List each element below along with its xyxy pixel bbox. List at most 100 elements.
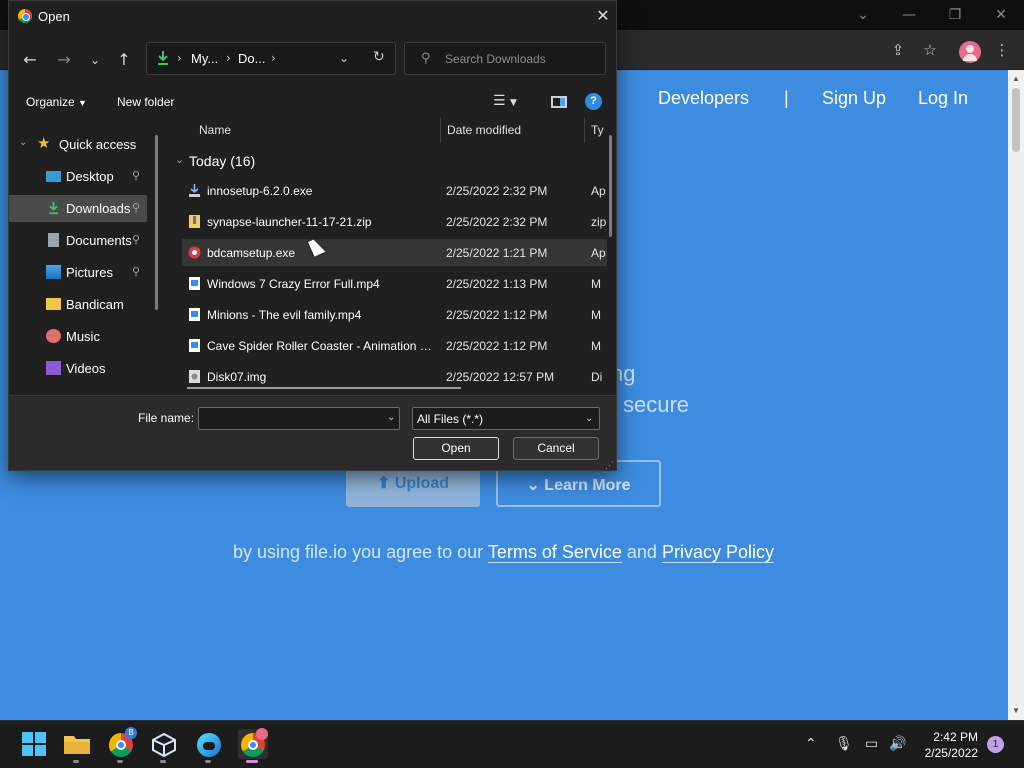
virtualbox-icon[interactable] (149, 729, 179, 763)
dialog-title: Open (38, 9, 70, 24)
sidebar-item-pictures[interactable]: Pictures ⚲ (9, 259, 147, 286)
close-window-button[interactable]: ✕ (989, 4, 1013, 26)
column-header-type[interactable]: Ty (591, 123, 604, 137)
microphone-icon[interactable]: 🎙 (835, 736, 853, 752)
scroll-up-arrow[interactable]: ▲ (1008, 72, 1024, 86)
sidebar-item-music[interactable]: Music (9, 323, 147, 350)
dialog-footer: File name: ⌄ All Files (*.*) ⌄ Open Canc… (9, 395, 616, 470)
pin-icon[interactable]: ⚲ (132, 169, 140, 182)
address-dropdown-icon[interactable]: ⌄ (339, 51, 349, 65)
file-row[interactable]: innosetup-6.2.0.exe 2/25/2022 2:32 PM Ap (182, 177, 607, 204)
privacy-link[interactable]: Privacy Policy (661, 542, 774, 563)
volume-icon[interactable]: 🔊 (889, 736, 906, 752)
chevron-down-icon[interactable]: ⌄ (387, 412, 395, 423)
restore-button[interactable]: ❐ (943, 4, 967, 26)
nav-signup[interactable]: Sign Up (822, 88, 886, 109)
chevron-down-icon[interactable]: ⌄ (19, 137, 27, 148)
nav-developers[interactable]: Developers (658, 88, 749, 109)
menu-icon[interactable]: ⋮ (991, 39, 1013, 61)
clock-time[interactable]: 2:42 PM (926, 730, 978, 744)
file-list-scrollbar[interactable] (609, 135, 612, 237)
organize-button[interactable]: Organize ▼ (26, 95, 87, 109)
terms-link[interactable]: Terms of Service (487, 542, 622, 563)
forward-icon[interactable]: → (53, 49, 75, 71)
chrome-canary-icon[interactable] (238, 728, 268, 763)
open-button[interactable]: Open (413, 437, 499, 460)
column-header-name[interactable]: Name (199, 123, 231, 137)
notification-badge[interactable]: 1 (987, 736, 1004, 753)
search-input[interactable]: ⚲ Search Downloads (404, 42, 606, 75)
scroll-thumb[interactable] (1012, 88, 1020, 152)
search-placeholder: Search Downloads (445, 52, 546, 66)
chrome-beta-icon[interactable]: B (106, 727, 137, 763)
star-icon[interactable]: ☆ (919, 39, 941, 61)
clock-date[interactable]: 2/25/2022 (918, 746, 978, 760)
preview-pane-icon[interactable] (551, 96, 567, 108)
file-date: 2/25/2022 2:32 PM (446, 184, 548, 198)
sidebar-item-label: Videos (66, 361, 106, 376)
cancel-button[interactable]: Cancel (513, 437, 599, 460)
video-file-icon (189, 277, 200, 290)
sidebar-item-downloads[interactable]: Downloads ⚲ (9, 195, 147, 222)
column-divider[interactable] (440, 117, 441, 143)
navigation-pane: ⌄ ★ Quick access Desktop ⚲ Downloads ⚲ D… (9, 125, 159, 395)
view-options-icon[interactable]: ☰ ▼ (493, 93, 533, 111)
file-row[interactable]: Windows 7 Crazy Error Full.mp4 2/25/2022… (182, 270, 607, 297)
help-icon[interactable]: ? (585, 93, 602, 110)
sidebar-item-bandicam[interactable]: Bandicam (9, 291, 147, 318)
nav-divider: | (784, 88, 789, 108)
pin-icon[interactable]: ⚲ (132, 201, 140, 214)
star-icon: ★ (37, 134, 51, 152)
scroll-down-arrow[interactable]: ▼ (1008, 704, 1024, 718)
sidebar-item-documents[interactable]: Documents ⚲ (9, 227, 147, 254)
profile-icon[interactable] (959, 41, 981, 63)
file-type-select[interactable]: All Files (*.*) ⌄ (412, 407, 600, 430)
address-bar[interactable]: › My... › Do... › ⌄ ↻ (146, 42, 396, 75)
new-folder-button[interactable]: New folder (117, 95, 174, 109)
breadcrumb-segment[interactable]: Do... (238, 51, 265, 66)
sidebar-item-label: Quick access (59, 137, 137, 152)
column-header-date[interactable]: Date modified (447, 123, 521, 137)
column-divider[interactable] (584, 117, 585, 143)
file-list-hscrollbar[interactable] (187, 387, 461, 389)
share-icon[interactable]: ⇪ (887, 39, 909, 61)
file-row[interactable]: Minions - The evil family.mp4 2/25/2022 … (182, 301, 607, 328)
close-icon[interactable]: ✕ (593, 6, 613, 26)
nav-login[interactable]: Log In (918, 88, 968, 109)
refresh-icon[interactable]: ↻ (373, 49, 385, 65)
nav-pane-scrollbar[interactable] (155, 135, 158, 310)
breadcrumb-segment[interactable]: My... (191, 51, 218, 66)
page-scrollbar[interactable]: ▲ ▼ (1008, 70, 1024, 720)
show-hidden-icons-icon[interactable]: ⌃ (805, 736, 817, 752)
file-row[interactable]: bdcamsetup.exe 2/25/2022 1:21 PM Ap (182, 239, 607, 266)
pin-icon[interactable]: ⚲ (132, 265, 140, 278)
file-row[interactable]: Cave Spider Roller Coaster - Animation v… (182, 332, 607, 359)
up-icon[interactable]: ↑ (113, 49, 135, 71)
minimize-button[interactable]: — (897, 4, 921, 26)
file-name-input[interactable] (198, 407, 400, 430)
chrome-icon (18, 9, 32, 23)
back-icon[interactable]: ← (19, 49, 41, 71)
zip-icon (189, 215, 200, 228)
pin-icon[interactable]: ⚲ (132, 233, 140, 246)
group-header[interactable]: Today (16) (189, 153, 255, 169)
edge-beta-icon[interactable] (194, 729, 224, 763)
sidebar-item-desktop[interactable]: Desktop ⚲ (9, 163, 147, 190)
sidebar-item-label: Bandicam (66, 297, 124, 312)
sidebar-item-videos[interactable]: Videos (9, 355, 147, 382)
active-indicator (246, 760, 258, 763)
chevron-down-icon[interactable]: ⌄ (175, 153, 184, 166)
start-icon[interactable] (19, 729, 49, 759)
file-name: Disk07.img (207, 370, 267, 384)
file-row[interactable]: synapse-launcher-11-17-21.zip 2/25/2022 … (182, 208, 607, 235)
network-icon[interactable]: ▭ (865, 736, 878, 752)
bandicam-icon (188, 246, 201, 259)
file-row[interactable]: Disk07.img 2/25/2022 12:57 PM Di (182, 363, 607, 389)
file-explorer-icon[interactable] (62, 729, 92, 763)
sidebar-item-quick-access[interactable]: ⌄ ★ Quick access (9, 131, 147, 158)
resize-grip-icon[interactable]: ⋰ (605, 460, 614, 470)
recent-locations-icon[interactable]: ⌄ (84, 49, 106, 71)
running-indicator (160, 760, 166, 763)
chevron-right-icon: › (226, 51, 231, 65)
tab-search-button[interactable]: ⌄ (851, 4, 875, 26)
